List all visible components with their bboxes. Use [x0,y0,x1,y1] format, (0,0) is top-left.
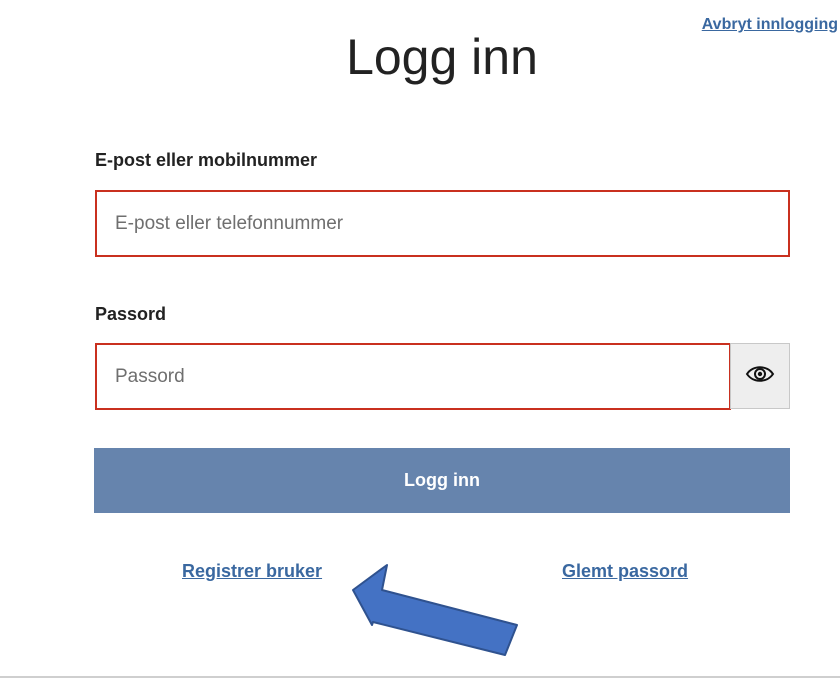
login-page: Avbryt innlogging Logg inn E-post eller … [0,0,840,678]
annotation-arrow-icon [352,564,518,656]
